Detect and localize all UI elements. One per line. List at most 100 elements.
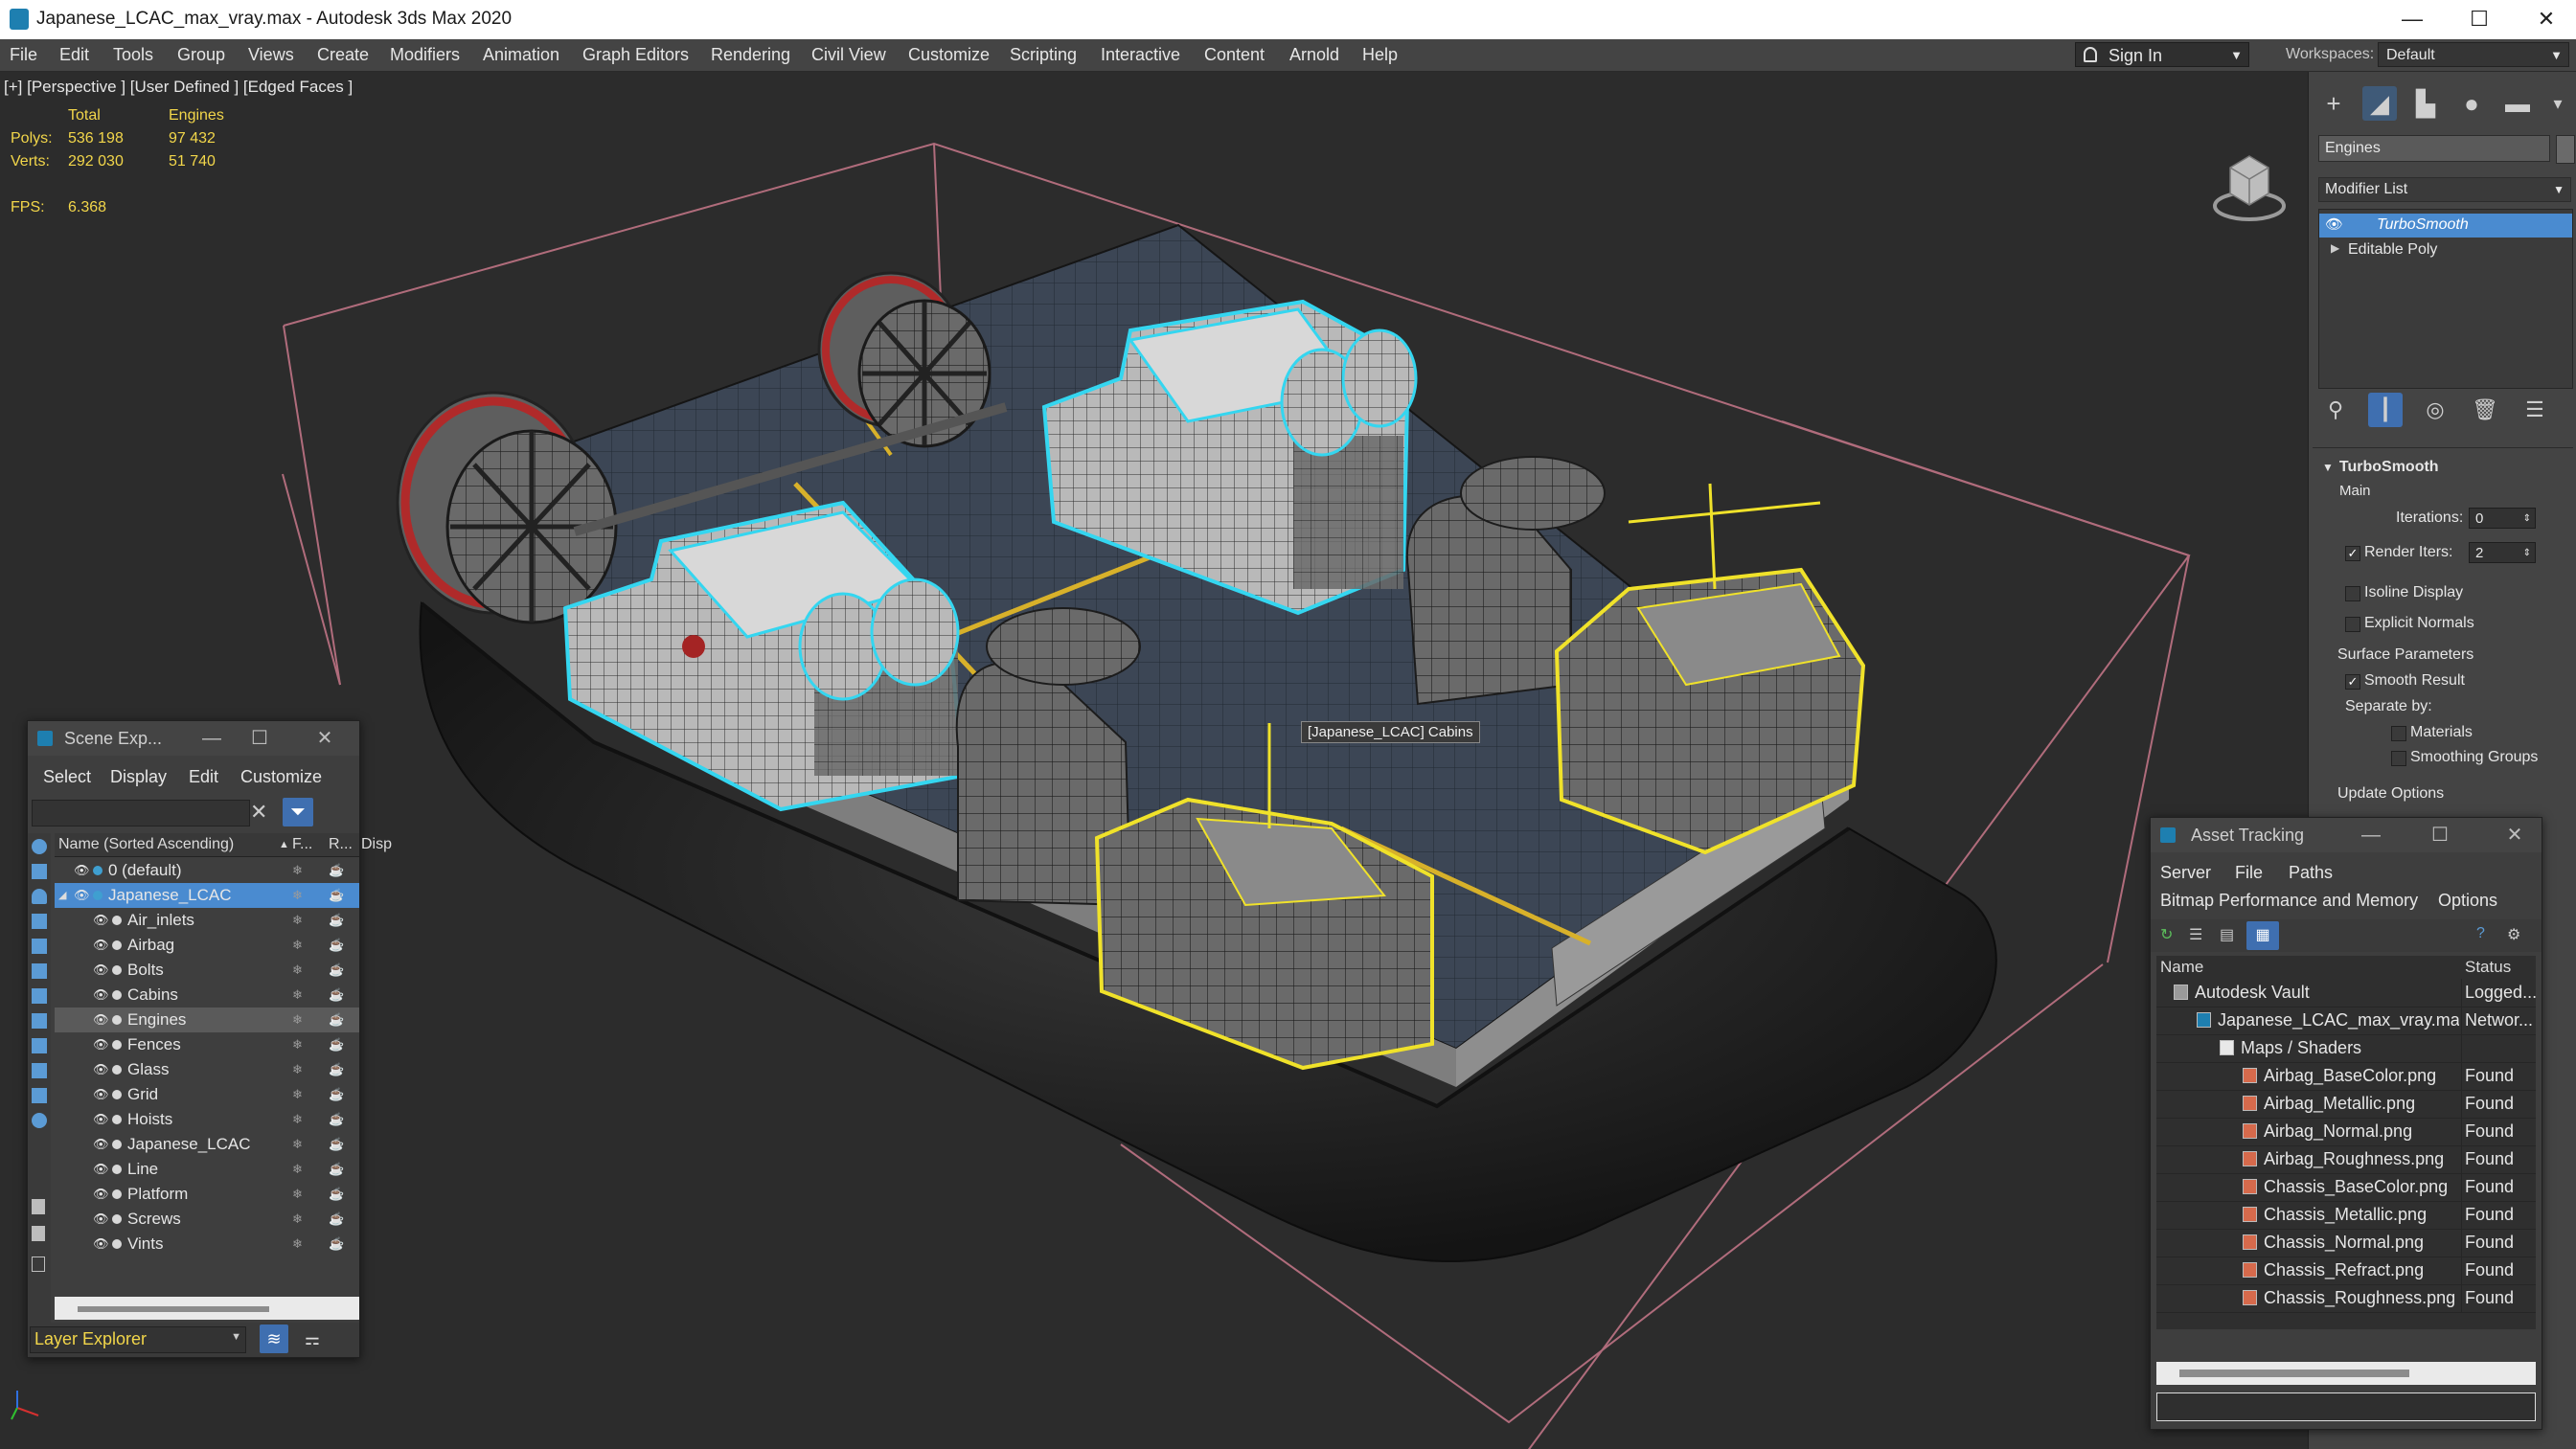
menu-create[interactable]: Create: [317, 45, 369, 65]
isoline-display-checkbox[interactable]: [2345, 586, 2360, 601]
renderable-icon[interactable]: ☕: [329, 1057, 344, 1082]
freeze-icon[interactable]: ❄: [292, 958, 303, 983]
renderable-icon[interactable]: ☕: [329, 1107, 344, 1132]
freeze-icon[interactable]: ❄: [292, 1008, 303, 1032]
stack-item-turbosmooth[interactable]: 👁 TurboSmooth: [2319, 214, 2572, 238]
horizontal-scrollbar[interactable]: [55, 1297, 359, 1320]
smooth-result-checkbox[interactable]: ✓: [2345, 674, 2360, 690]
search-input[interactable]: [32, 800, 250, 826]
menu-animation[interactable]: Animation: [483, 45, 559, 65]
visibility-eye-icon[interactable]: 👁: [93, 983, 109, 1008]
scene-tree-row[interactable]: 👁 Platform ❄ ☕: [55, 1182, 359, 1207]
freeze-icon[interactable]: ❄: [292, 1182, 303, 1207]
asset-row[interactable]: Chassis_BaseColor.png Found: [2156, 1173, 2536, 1202]
minimize-button[interactable]: —: [2352, 818, 2390, 852]
filter-containers-icon[interactable]: [32, 1063, 47, 1078]
hierarchy-tab-icon[interactable]: ▙: [2408, 86, 2443, 121]
horizontal-scrollbar[interactable]: [2156, 1362, 2536, 1385]
menu-file[interactable]: File: [10, 45, 37, 65]
col-f-header[interactable]: F...: [292, 833, 312, 856]
asset-row[interactable]: Chassis_Refract.png Found: [2156, 1257, 2536, 1285]
motion-tab-icon[interactable]: ●: [2454, 86, 2489, 121]
visibility-eye-icon[interactable]: 👁: [93, 1232, 109, 1257]
renderable-icon[interactable]: ☕: [329, 1182, 344, 1207]
scene-tree-row[interactable]: 👁 Grid ❄ ☕: [55, 1082, 359, 1107]
col-disp-header[interactable]: Disp: [361, 833, 392, 856]
menu-rendering[interactable]: Rendering: [711, 45, 790, 65]
clear-search-icon[interactable]: ✕: [250, 800, 267, 825]
modify-tab-icon[interactable]: ◢: [2362, 86, 2397, 121]
materials-checkbox[interactable]: [2391, 726, 2406, 741]
menu-modifiers[interactable]: Modifiers: [390, 45, 460, 65]
freeze-icon[interactable]: ❄: [292, 933, 303, 958]
asset-tracking-titlebar[interactable]: Asset Tracking: [2151, 818, 2542, 852]
menu-scripting[interactable]: Scripting: [1010, 45, 1077, 65]
renderable-icon[interactable]: ☕: [329, 1232, 344, 1257]
freeze-icon[interactable]: ❄: [292, 1057, 303, 1082]
sign-in-dropdown[interactable]: Sign In ▼: [2075, 42, 2249, 67]
visibility-eye-icon[interactable]: 👁: [93, 1032, 109, 1057]
freeze-icon[interactable]: ❄: [292, 1157, 303, 1182]
filter-helpers-icon[interactable]: [32, 939, 47, 954]
eye-icon[interactable]: 👁: [2325, 215, 2343, 233]
remove-modifier-icon[interactable]: 🗑: [2468, 393, 2502, 427]
visibility-eye-icon[interactable]: 👁: [93, 1207, 109, 1232]
renderable-icon[interactable]: ☕: [329, 883, 344, 908]
scene-tree-row[interactable]: 👁 Fences ❄ ☕: [55, 1032, 359, 1057]
asset-row[interactable]: Chassis_Roughness.png Found: [2156, 1284, 2536, 1313]
renderable-icon[interactable]: ☕: [329, 958, 344, 983]
visibility-eye-icon[interactable]: 👁: [74, 858, 90, 883]
filter-spacewarps-icon[interactable]: [32, 963, 47, 979]
freeze-icon[interactable]: ❄: [292, 1132, 303, 1157]
asset-path-field[interactable]: [2156, 1392, 2536, 1421]
menu-content[interactable]: Content: [1204, 45, 1265, 65]
menu-edit[interactable]: Edit: [189, 767, 218, 787]
visibility-eye-icon[interactable]: 👁: [93, 1107, 109, 1132]
menu-graph-editors[interactable]: Graph Editors: [582, 45, 689, 65]
spinner-arrows-icon[interactable]: ⇕: [2523, 543, 2531, 564]
visibility-eye-icon[interactable]: 👁: [74, 883, 90, 908]
visibility-eye-icon[interactable]: 👁: [93, 1082, 109, 1107]
freeze-icon[interactable]: ❄: [292, 1207, 303, 1232]
menu-edit[interactable]: Edit: [59, 45, 89, 65]
object-color-swatch[interactable]: [2556, 135, 2575, 164]
scene-tree-row[interactable]: 👁 Screws ❄ ☕: [55, 1207, 359, 1232]
scene-tree-row[interactable]: 👁 Bolts ❄ ☕: [55, 958, 359, 983]
tree-view-icon[interactable]: ▤: [2220, 925, 2239, 944]
scene-tree-row[interactable]: 👁 Glass ❄ ☕: [55, 1057, 359, 1082]
freeze-icon[interactable]: ❄: [292, 883, 303, 908]
visibility-eye-icon[interactable]: 👁: [93, 1182, 109, 1207]
maximize-button[interactable]: ☐: [2421, 818, 2459, 852]
freeze-icon[interactable]: ❄: [292, 908, 303, 933]
make-unique-icon[interactable]: ◎: [2418, 393, 2452, 427]
scene-tree-row[interactable]: 👁 Vints ❄ ☕: [55, 1232, 359, 1257]
renderable-icon[interactable]: ☕: [329, 858, 344, 883]
visibility-eye-icon[interactable]: 👁: [93, 1057, 109, 1082]
help-icon[interactable]: ?: [2476, 925, 2496, 944]
scene-tree-row[interactable]: 👁 Cabins ❄ ☕: [55, 983, 359, 1008]
filter-geometry-icon[interactable]: [32, 839, 47, 854]
asset-row[interactable]: Airbag_Roughness.png Found: [2156, 1145, 2536, 1174]
renderable-icon[interactable]: ☕: [329, 933, 344, 958]
filter-groups-icon[interactable]: [32, 988, 47, 1004]
collapse-arrow-icon[interactable]: ◢: [58, 883, 66, 908]
filter-xrefs-icon[interactable]: [32, 1013, 47, 1029]
scene-tree-row[interactable]: 👁 Airbag ❄ ☕: [55, 933, 359, 958]
filter-frozen-icon[interactable]: [32, 1088, 47, 1103]
sort-by-layer-icon[interactable]: ≋: [260, 1324, 288, 1353]
menu-help[interactable]: Help: [1362, 45, 1398, 65]
layer-explorer-dropdown[interactable]: Layer Explorer ▼: [30, 1326, 246, 1353]
scene-tree-row[interactable]: 👁 Hoists ❄ ☕: [55, 1107, 359, 1132]
modifier-list-dropdown[interactable]: Modifier List ▼: [2318, 177, 2571, 202]
close-button[interactable]: ✕: [2519, 4, 2573, 34]
freeze-icon[interactable]: ❄: [292, 983, 303, 1008]
renderable-icon[interactable]: ☕: [329, 1008, 344, 1032]
scene-tree-row[interactable]: 👁 Japanese_LCAC ❄ ☕: [55, 1132, 359, 1157]
menu-select[interactable]: Select: [43, 767, 91, 787]
asset-row[interactable]: Airbag_Normal.png Found: [2156, 1118, 2536, 1146]
menu-bitmap-performance[interactable]: Bitmap Performance and Memory: [2160, 891, 2418, 911]
visibility-eye-icon[interactable]: 👁: [93, 933, 109, 958]
menu-tools[interactable]: Tools: [113, 45, 153, 65]
display-none-icon[interactable]: [32, 1226, 45, 1241]
renderable-icon[interactable]: ☕: [329, 1032, 344, 1057]
